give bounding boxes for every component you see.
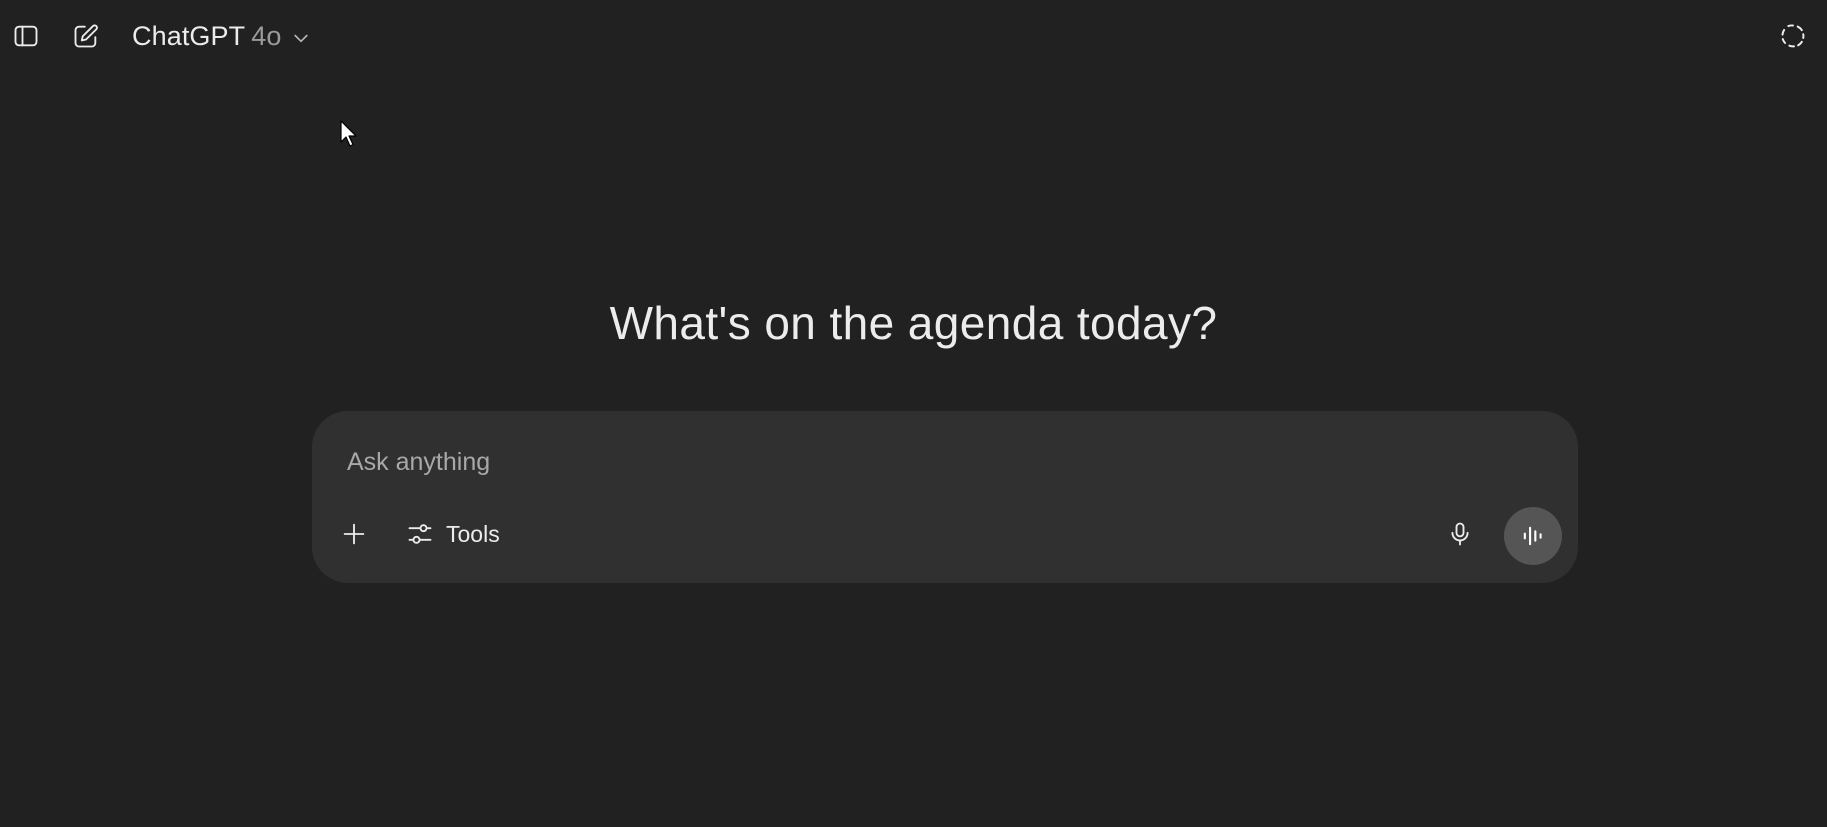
voice-mode-button[interactable] [1504, 507, 1562, 565]
chevron-down-icon [294, 34, 309, 42]
tools-button[interactable]: Tools [400, 512, 506, 556]
edit-icon [74, 24, 98, 48]
model-selector[interactable]: ChatGPT 4o [124, 14, 319, 58]
add-attachment-button[interactable] [334, 514, 374, 554]
page-heading: What's on the agenda today? [609, 297, 1218, 349]
sidebar-toggle-button[interactable] [6, 16, 46, 56]
chatgpt-app: ChatGPT 4o What's on the agenda today? A… [0, 0, 1827, 827]
sliders-icon [408, 524, 432, 544]
top-bar: ChatGPT 4o [0, 0, 1827, 72]
voice-waveform-icon [1523, 526, 1542, 546]
dictate-button[interactable] [1440, 514, 1480, 554]
composer: Tools [312, 411, 1578, 583]
microphone-icon [1451, 522, 1469, 546]
prompt-input[interactable] [345, 441, 1529, 483]
mouse-cursor-icon [340, 120, 357, 147]
temporary-chat-button[interactable] [1773, 16, 1813, 56]
new-chat-button[interactable] [66, 16, 106, 56]
tools-label: Tools [446, 520, 500, 547]
plus-icon [343, 523, 365, 545]
model-version: 4o [251, 20, 282, 51]
model-name: ChatGPT [132, 20, 246, 51]
dashed-circle-icon [1781, 24, 1805, 48]
sidebar-icon [14, 25, 38, 47]
